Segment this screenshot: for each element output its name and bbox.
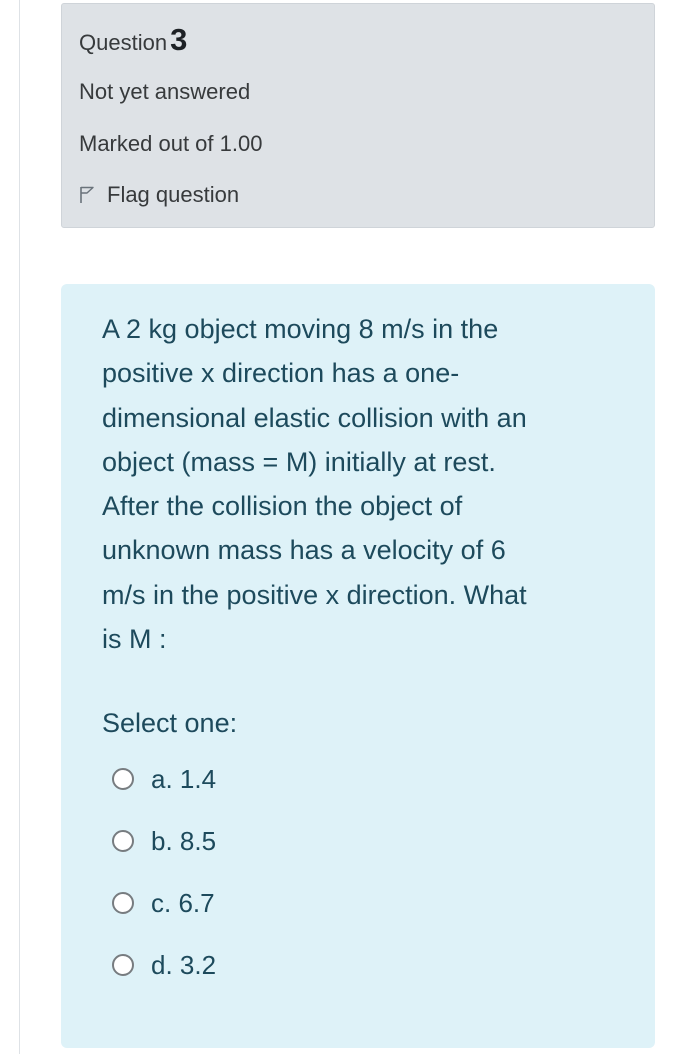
answer-label: d. 3.2: [151, 949, 217, 980]
question-number: 3: [170, 22, 188, 57]
answer-label: b. 8.5: [151, 825, 217, 856]
question-text-line: dimensional elastic collision with an: [102, 402, 527, 433]
question-text-line: After the collision the object of: [102, 491, 463, 522]
question-content-panel: A 2 kg object moving 8 m/s in the positi…: [61, 284, 655, 1048]
answer-option-b[interactable]: b. 8.5: [112, 823, 216, 859]
question-text-line: unknown mass has a velocity of 6: [102, 535, 506, 566]
question-state: Not yet answered: [79, 79, 251, 104]
answer-option-a[interactable]: a. 1.4: [112, 761, 216, 797]
flag-icon: [80, 186, 94, 203]
radio-button[interactable]: [112, 892, 134, 914]
flag-question-label: Flag question: [107, 182, 240, 207]
answer-option-c[interactable]: c. 6.7: [112, 885, 215, 921]
answer-label: c. 6.7: [151, 887, 215, 918]
answer-option-d[interactable]: d. 3.2: [112, 947, 216, 983]
question-info-panel: Question3 Not yet answered Marked out of…: [61, 3, 655, 228]
answer-label: a. 1.4: [151, 763, 217, 794]
flag-question-link[interactable]: Flag question: [79, 182, 239, 208]
question-text-line: positive x direction has a one-: [102, 358, 460, 389]
page-left-border: [19, 0, 20, 1054]
select-one-prompt: Select one:: [102, 708, 238, 738]
question-text-line: object (mass = M) initially at rest.: [102, 446, 496, 477]
question-grade: Marked out of 1.00: [79, 131, 263, 156]
radio-button[interactable]: [112, 954, 134, 976]
question-label: Question: [79, 30, 168, 55]
question-text-line: is M :: [102, 624, 167, 655]
radio-button[interactable]: [112, 830, 134, 852]
radio-button[interactable]: [112, 768, 134, 790]
question-text-line: m/s in the positive x direction. What: [102, 579, 527, 610]
question-heading: Question3: [79, 22, 187, 58]
question-text: A 2 kg object moving 8 m/s in the positi…: [102, 307, 612, 661]
question-text-line: A 2 kg object moving 8 m/s in the: [102, 314, 499, 344]
